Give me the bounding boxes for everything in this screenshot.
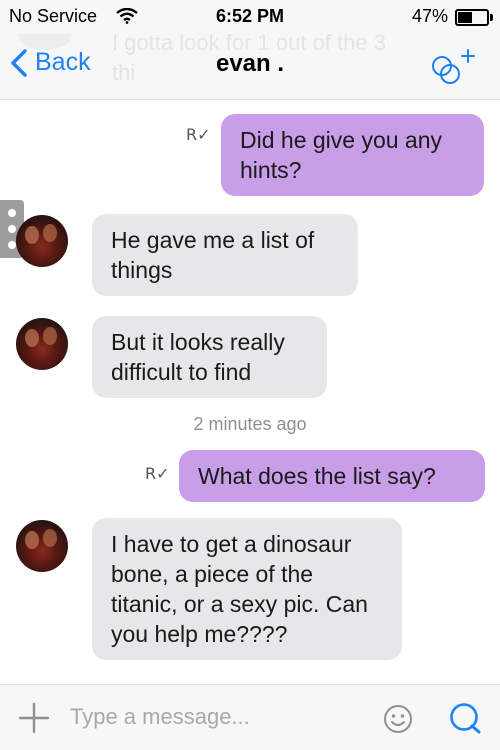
- battery-tip: [490, 14, 493, 21]
- send-icon[interactable]: [448, 701, 482, 735]
- status-bar: No Service 6:52 PM 47%: [0, 0, 500, 34]
- incoming-message[interactable]: I have to get a dinosaur bone, a piece o…: [92, 518, 402, 660]
- message-input[interactable]: [70, 699, 365, 735]
- message-text: But it looks really difficult to find: [111, 329, 285, 385]
- battery-icon: [455, 9, 489, 26]
- message-timestamp: 2 minutes ago: [193, 414, 307, 434]
- conversation-title: evan .: [215, 50, 285, 77]
- message-text: He gave me a list of things: [111, 227, 315, 283]
- battery-percent: 47%: [411, 6, 448, 26]
- contact-avatar[interactable]: [16, 215, 68, 267]
- smiley-icon[interactable]: [382, 703, 414, 735]
- plus-icon[interactable]: [18, 702, 50, 734]
- message-text: Did he give you any hints?: [240, 127, 443, 183]
- message-text: What does the list say?: [198, 463, 436, 489]
- nav-bar: I gotta look for 1 out of the 3 thi Back…: [0, 34, 500, 100]
- contact-avatar[interactable]: [16, 318, 68, 370]
- outgoing-message[interactable]: Did he give you any hints?: [221, 114, 484, 196]
- contact-avatar[interactable]: [16, 520, 68, 572]
- read-receipt-icon: R✓: [186, 125, 211, 144]
- incoming-message[interactable]: He gave me a list of things: [92, 214, 358, 296]
- message-text: I have to get a dinosaur bone, a piece o…: [111, 531, 368, 647]
- message-composer: [0, 684, 500, 750]
- incoming-message[interactable]: But it looks really difficult to find: [92, 316, 327, 398]
- group-add-icon[interactable]: [428, 44, 478, 84]
- read-receipt-icon: R✓: [145, 464, 170, 483]
- outgoing-message[interactable]: What does the list say?: [179, 450, 485, 502]
